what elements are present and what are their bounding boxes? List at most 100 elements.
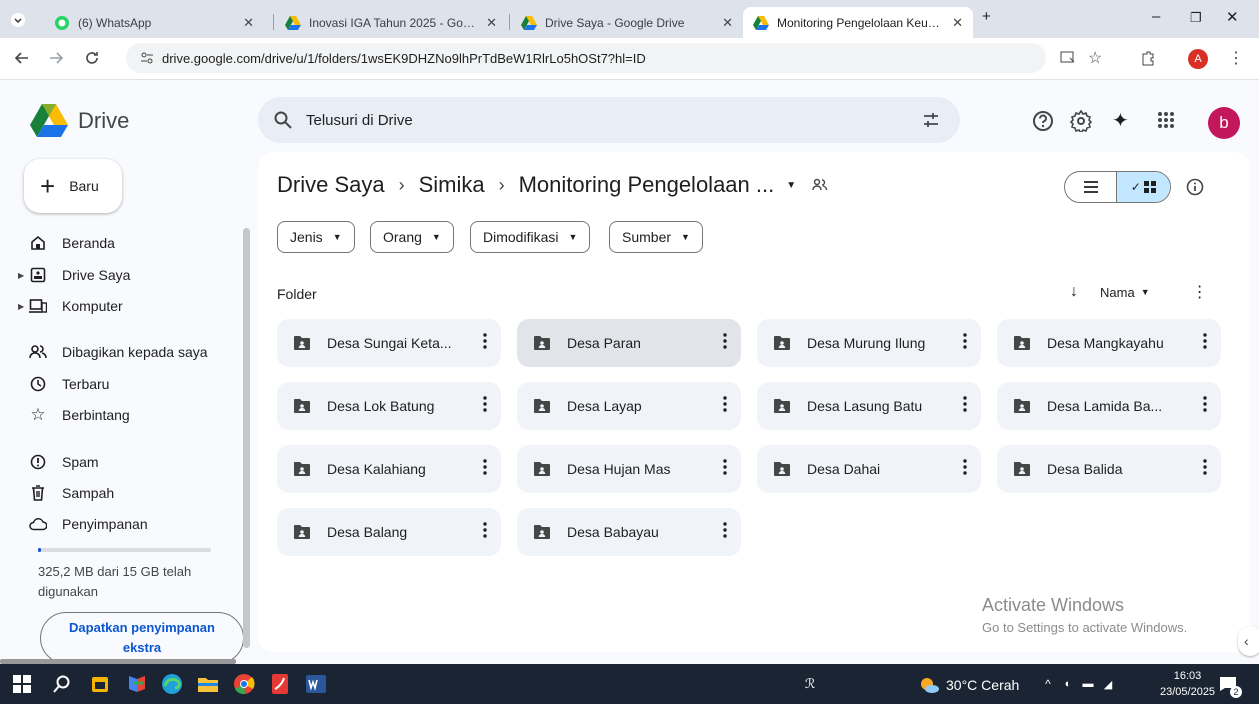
- minimize-icon[interactable]: –: [1152, 8, 1160, 25]
- folder-card[interactable]: Desa Kalahiang: [277, 445, 501, 493]
- sidebar-item-komputer[interactable]: ▶ Komputer: [18, 293, 123, 319]
- more-options-icon[interactable]: [1203, 396, 1207, 412]
- sidebar-item-sampah[interactable]: Sampah: [28, 480, 114, 506]
- window-close-icon[interactable]: ✕: [1226, 8, 1239, 26]
- back-icon[interactable]: [14, 50, 30, 66]
- sort-dropdown-icon[interactable]: ▼: [1141, 287, 1150, 297]
- more-options-icon[interactable]: [723, 333, 727, 349]
- filter-chip-sumber[interactable]: Sumber ▼: [609, 221, 703, 253]
- folder-card[interactable]: Desa Hujan Mas: [517, 445, 741, 493]
- volume-icon[interactable]: ◢: [1096, 672, 1120, 696]
- sort-direction-arrow-icon[interactable]: ↓: [1070, 283, 1078, 301]
- more-options-icon[interactable]: [963, 459, 967, 475]
- word-icon[interactable]: [304, 672, 328, 696]
- more-options-icon[interactable]: [723, 459, 727, 475]
- sort-by-button[interactable]: Nama: [1100, 285, 1135, 300]
- close-icon[interactable]: ✕: [243, 15, 254, 31]
- folder-card[interactable]: Desa Lamida Ba...: [997, 382, 1221, 430]
- search-icon[interactable]: [50, 672, 74, 696]
- pdf-icon[interactable]: [268, 672, 292, 696]
- more-options-icon[interactable]: ⋮: [1192, 282, 1208, 302]
- account-avatar[interactable]: b: [1208, 107, 1240, 139]
- tab-search-icon[interactable]: [10, 12, 26, 28]
- more-options-icon[interactable]: [723, 396, 727, 412]
- grid-view-button[interactable]: ✓: [1117, 172, 1170, 202]
- more-options-icon[interactable]: [483, 522, 487, 538]
- more-options-icon[interactable]: [1203, 333, 1207, 349]
- help-icon[interactable]: [1032, 110, 1054, 132]
- get-more-storage-button[interactable]: Dapatkan penyimpanan ekstra: [40, 612, 244, 664]
- side-panel-toggle-icon[interactable]: ‹: [1238, 626, 1259, 656]
- sidebar-item-penyimpanan[interactable]: Penyimpanan: [28, 511, 148, 537]
- sidebar-scrollbar[interactable]: [243, 228, 250, 648]
- reload-icon[interactable]: [84, 50, 100, 66]
- more-options-icon[interactable]: [1203, 459, 1207, 475]
- tab-whatsapp[interactable]: (6) WhatsApp ✕: [44, 7, 264, 38]
- breadcrumb-item-current[interactable]: Monitoring Pengelolaan ...: [519, 172, 775, 198]
- sidebar-item-beranda[interactable]: Beranda: [28, 230, 115, 256]
- more-options-icon[interactable]: [963, 396, 967, 412]
- weather-widget[interactable]: 30°C Cerah: [918, 676, 1019, 694]
- search-bar[interactable]: [258, 97, 960, 143]
- tab-monitoring[interactable]: Monitoring Pengelolaan Keuangan ✕: [743, 7, 973, 38]
- tab-drive-saya[interactable]: Drive Saya - Google Drive ✕: [511, 7, 743, 38]
- expand-caret-icon[interactable]: ▶: [18, 302, 24, 311]
- forward-icon[interactable]: [48, 50, 64, 66]
- sidebar-item-drive-saya[interactable]: ▶ Drive Saya: [18, 262, 130, 288]
- folder-card[interactable]: Desa Layap: [517, 382, 741, 430]
- search-icon[interactable]: [274, 111, 292, 129]
- filter-chip-dimodifikasi[interactable]: Dimodifikasi ▼: [470, 221, 591, 253]
- folder-menu-dropdown-icon[interactable]: ▼: [786, 180, 796, 191]
- sidebar-item-terbaru[interactable]: Terbaru: [28, 371, 109, 397]
- more-options-icon[interactable]: [723, 522, 727, 538]
- extensions-icon[interactable]: [1140, 50, 1156, 66]
- search-input[interactable]: [306, 111, 866, 129]
- folder-card[interactable]: Desa Babayau: [517, 508, 741, 556]
- apps-grid-icon[interactable]: [1156, 110, 1176, 130]
- site-info-icon[interactable]: [140, 51, 154, 65]
- more-options-icon[interactable]: [963, 333, 967, 349]
- list-view-button[interactable]: [1065, 172, 1117, 202]
- sidebar-item-dibagikan[interactable]: Dibagikan kepada saya: [28, 339, 208, 365]
- folder-card[interactable]: Desa Lasung Batu: [757, 382, 981, 430]
- folder-card[interactable]: Desa Dahai: [757, 445, 981, 493]
- people-icon[interactable]: ℛ: [798, 672, 822, 696]
- edge-icon[interactable]: [160, 672, 184, 696]
- folder-card[interactable]: Desa Paran: [517, 319, 741, 367]
- info-icon[interactable]: [1186, 178, 1204, 196]
- profile-avatar[interactable]: A: [1188, 49, 1208, 69]
- folder-card[interactable]: Desa Balang: [277, 508, 501, 556]
- new-tab-icon[interactable]: +: [982, 8, 991, 25]
- calendar-app-icon[interactable]: [88, 672, 112, 696]
- start-icon[interactable]: [10, 672, 34, 696]
- m365-icon[interactable]: [124, 672, 148, 696]
- system-clock[interactable]: 16:03 23/05/2025: [1160, 668, 1215, 700]
- settings-gear-icon[interactable]: [1070, 110, 1092, 132]
- expand-caret-icon[interactable]: ▶: [18, 271, 24, 280]
- close-icon[interactable]: ✕: [722, 15, 733, 31]
- filter-chip-jenis[interactable]: Jenis ▼: [277, 221, 355, 253]
- browser-menu-icon[interactable]: ⋮: [1228, 48, 1244, 68]
- sidebar-item-berbintang[interactable]: ☆ Berbintang: [28, 402, 129, 428]
- folder-card[interactable]: Desa Balida: [997, 445, 1221, 493]
- gemini-icon[interactable]: ✦: [1112, 108, 1129, 133]
- folder-card[interactable]: Desa Murung Ilung: [757, 319, 981, 367]
- restore-icon[interactable]: ❐: [1190, 10, 1202, 26]
- chrome-icon[interactable]: [232, 672, 256, 696]
- bookmark-star-icon[interactable]: ☆: [1088, 48, 1102, 68]
- folder-card[interactable]: Desa Sungai Keta...: [277, 319, 501, 367]
- filter-chip-orang[interactable]: Orang ▼: [370, 221, 454, 253]
- folder-card[interactable]: Desa Lok Batung: [277, 382, 501, 430]
- folder-card[interactable]: Desa Mangkayahu: [997, 319, 1221, 367]
- breadcrumb-item-drive-saya[interactable]: Drive Saya: [277, 172, 385, 198]
- sidebar-item-spam[interactable]: Spam: [28, 449, 99, 475]
- install-app-icon[interactable]: [1060, 50, 1076, 66]
- more-options-icon[interactable]: [483, 459, 487, 475]
- breadcrumb-item-simika[interactable]: Simika: [419, 172, 485, 198]
- close-icon[interactable]: ✕: [952, 15, 963, 31]
- more-options-icon[interactable]: [483, 333, 487, 349]
- close-icon[interactable]: ✕: [486, 15, 497, 31]
- new-button[interactable]: + Baru: [24, 159, 122, 213]
- address-bar[interactable]: drive.google.com/drive/u/1/folders/1wsEK…: [126, 43, 1046, 73]
- more-options-icon[interactable]: [483, 396, 487, 412]
